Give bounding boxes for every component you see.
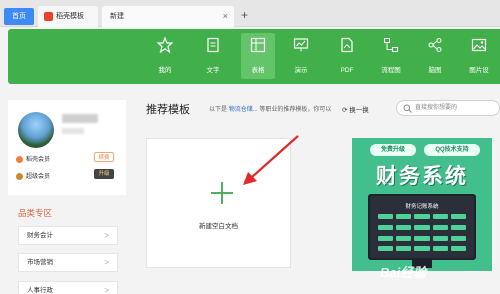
red-arrow-annotation — [243, 135, 299, 185]
